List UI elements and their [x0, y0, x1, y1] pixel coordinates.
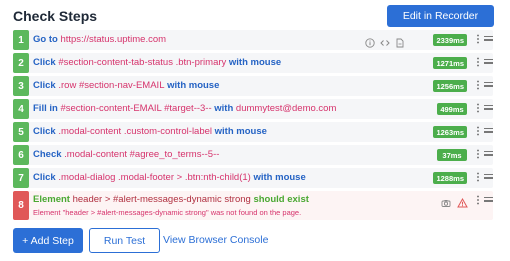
kebab-menu-icon[interactable]: ⋮ [473, 171, 483, 185]
step-duration-badge: 37ms [437, 149, 467, 161]
step-duration-badge: 1256ms [433, 80, 467, 92]
kebab-menu-icon[interactable]: ⋮ [473, 102, 483, 116]
kebab-menu-icon[interactable]: ⋮ [473, 79, 483, 93]
step-description: Click .modal-content .custom-control-lab… [33, 122, 267, 142]
step-action: Check [33, 149, 62, 160]
drag-handle-icon[interactable] [484, 128, 493, 135]
step-duration-badge: 1288ms [433, 172, 467, 184]
step-row[interactable]: 7 Click .modal-dialog .modal-footer > .bt… [13, 168, 493, 188]
step-keyword: should exist [250, 194, 309, 205]
step-target: .modal-content .custom-control-label [55, 126, 213, 137]
step-row[interactable]: 2 Click #section-content-tab-status .btn-… [13, 53, 493, 73]
step-action: Go to [33, 34, 58, 45]
step-row[interactable]: 8 Element header > #alert-messages-dynami… [13, 191, 493, 220]
camera-icon[interactable] [441, 195, 451, 207]
drag-handle-icon[interactable] [484, 59, 493, 66]
view-browser-console-link[interactable]: View Browser Console [163, 234, 268, 246]
warning-icon[interactable] [457, 195, 468, 208]
step-number: 7 [13, 168, 29, 188]
step-number: 3 [13, 76, 29, 96]
drag-handle-icon[interactable] [484, 151, 493, 158]
kebab-menu-icon[interactable]: ⋮ [473, 125, 483, 139]
edit-in-recorder-button[interactable]: Edit in Recorder [387, 5, 494, 27]
step-duration-badge: 1263ms [433, 126, 467, 138]
kebab-menu-icon[interactable]: ⋮ [473, 148, 483, 162]
code-icon[interactable] [380, 35, 390, 46]
step-description: Click #section-content-tab-status .btn-p… [33, 53, 281, 73]
page-title: Check Steps [13, 8, 98, 24]
step-target: header > #alert-messages-dynamic strong [69, 194, 251, 205]
step-keyword: with mouse [164, 80, 220, 91]
step-number: 5 [13, 122, 29, 142]
step-row[interactable]: 3 Click .row #section-nav-EMAIL with mous… [13, 76, 493, 96]
drag-handle-icon[interactable] [484, 36, 493, 43]
step-description: Fill in #section-content-EMAIL #target--… [33, 99, 336, 119]
step-description: Element header > #alert-messages-dynamic… [33, 190, 309, 210]
footer: + Add Step Run Test View Browser Console [13, 228, 493, 253]
step-keyword: with [211, 103, 234, 114]
drag-handle-icon[interactable] [484, 105, 493, 112]
step-action: Click [33, 172, 56, 183]
info-icon[interactable] [365, 35, 375, 48]
kebab-menu-icon[interactable]: ⋮ [473, 33, 483, 47]
step-action: Click [33, 57, 56, 68]
step-target: #section-content-EMAIL #target--3-- [57, 103, 212, 114]
step-keyword: with mouse [226, 57, 282, 68]
step-action: Click [33, 80, 56, 91]
step-row[interactable]: 5 Click .modal-content .custom-control-la… [13, 122, 493, 142]
drag-handle-icon[interactable] [484, 174, 493, 181]
step-duration-badge: 2339ms [433, 34, 467, 46]
kebab-menu-icon[interactable]: ⋮ [473, 56, 483, 70]
step-error-message: Element "header > #alert-messages-dynami… [33, 208, 302, 217]
add-step-button[interactable]: + Add Step [13, 228, 83, 253]
step-row[interactable]: 4 Fill in #section-content-EMAIL #target-… [13, 99, 493, 119]
step-row[interactable]: 6 Check .modal-content #agree_to_terms--5… [13, 145, 493, 165]
step-number: 6 [13, 145, 29, 165]
step-number: 1 [13, 30, 29, 50]
drag-handle-icon[interactable] [484, 82, 493, 89]
step-number: 2 [13, 53, 29, 73]
drag-handle-icon[interactable] [484, 197, 493, 204]
file-icon[interactable] [395, 35, 405, 48]
step-action: Click [33, 126, 56, 137]
step-action: Fill in [33, 103, 58, 114]
step-value: https://status.uptime.com [57, 34, 167, 45]
step-target: .modal-content #agree_to_terms--5-- [61, 149, 220, 160]
step-value: dummytest@demo.com [233, 103, 337, 114]
step-duration-badge: 1271ms [433, 57, 467, 69]
step-description: Go to https://status.uptime.com [33, 30, 166, 50]
step-keyword: with mouse [250, 172, 306, 183]
run-test-button[interactable]: Run Test [89, 228, 160, 253]
step-duration-badge: 499ms [437, 103, 467, 115]
header: Check Steps Edit in Recorder [13, 0, 497, 30]
step-number: 4 [13, 99, 29, 119]
steps-list: 1 Go to https://status.uptime.com 2339ms ⋮ 2… [13, 30, 493, 220]
step-description: Click .modal-dialog .modal-footer > .btn… [33, 168, 306, 188]
step-target: .modal-dialog .modal-footer > .btn:nth-c… [55, 172, 251, 183]
step-row[interactable]: 1 Go to https://status.uptime.com 2339ms ⋮ [13, 30, 493, 50]
step-action: Element [33, 194, 70, 205]
kebab-menu-icon[interactable]: ⋮ [473, 194, 483, 208]
step-number: 8 [13, 191, 29, 220]
step-target: #section-content-tab-status .btn-primary [55, 57, 227, 68]
step-keyword: with mouse [212, 126, 267, 137]
step-description: Click .row #section-nav-EMAIL with mouse [33, 76, 219, 96]
step-target: .row #section-nav-EMAIL [55, 80, 165, 91]
step-description: Check .modal-content #agree_to_terms--5-… [33, 145, 219, 165]
